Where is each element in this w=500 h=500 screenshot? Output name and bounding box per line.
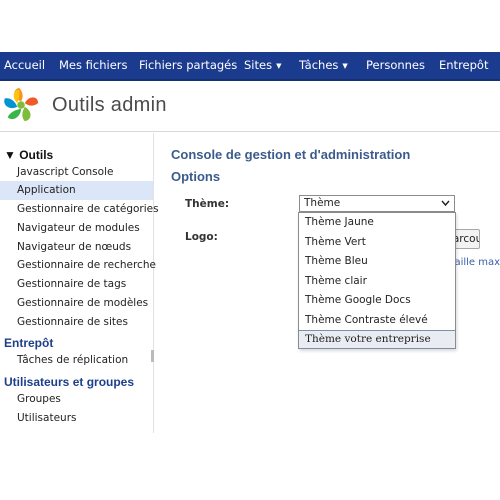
theme-option-light[interactable]: Thème clair (299, 272, 455, 291)
sidebar-heading-repository: Entrepôt (4, 336, 54, 350)
theme-option-green[interactable]: Thème Vert (299, 233, 455, 252)
sidebar-item-javascript-console[interactable]: Javascript Console (0, 163, 153, 182)
nav-item-label: Accueil (4, 58, 46, 72)
page-title: Outils admin (52, 94, 167, 116)
theme-option-yellow[interactable]: Thème Jaune (299, 213, 455, 232)
sidebar-item-tag-manager[interactable]: Gestionnaire de tags (0, 275, 153, 294)
sidebar-item-module-browser[interactable]: Navigateur de modules (0, 219, 153, 238)
page-header: Outils admin (0, 81, 500, 132)
theme-option-blue[interactable]: Thème Bleu (299, 252, 455, 271)
nav-item-repository[interactable]: Entrepôt (439, 52, 488, 79)
sidebar-item-node-browser[interactable]: Navigateur de nœuds (0, 238, 153, 257)
nav-item-label: Personnes (366, 58, 425, 72)
theme-option-google-docs[interactable]: Thème Google Docs (299, 291, 455, 310)
sidebar-item-application[interactable]: Application (0, 181, 153, 200)
theme-option-your-company[interactable]: Thème votre entreprise (299, 330, 455, 349)
theme-dropdown-list: Thème Jaune Thème Vert Thème Bleu Thème … (298, 212, 456, 349)
top-navigation-bar: Accueil Mes fichiers Fichiers partagés S… (0, 52, 500, 81)
nav-item-label: Sites (244, 58, 273, 72)
nav-item-people[interactable]: Personnes (366, 52, 425, 79)
sidebar-resize-handle[interactable] (151, 350, 154, 362)
sidebar-item-groups[interactable]: Groupes (0, 390, 153, 409)
sidebar-heading-users-groups: Utilisateurs et groupes (4, 375, 135, 389)
caret-down-icon: ▼ (276, 62, 282, 70)
sidebar-item-site-manager[interactable]: Gestionnaire de sites (0, 313, 153, 332)
nav-item-shared-files[interactable]: Fichiers partagés (139, 52, 237, 79)
theme-select[interactable]: Thème (299, 195, 455, 212)
sidebar-item-replication-jobs[interactable]: Tâches de réplication (0, 351, 153, 370)
logo-size-hint: Taille maximale recommandée (456, 257, 500, 268)
sidebar-heading-tools[interactable]: ▼ Outils (4, 148, 53, 162)
nav-item-my-files[interactable]: Mes fichiers (59, 52, 128, 79)
nav-item-tasks[interactable]: Tâches ▼ (299, 52, 348, 79)
alfresco-flower-logo-icon (4, 87, 39, 122)
theme-select-value: Thème (304, 197, 341, 209)
sidebar-item-category-manager[interactable]: Gestionnaire de catégories (0, 200, 159, 219)
sidebar: ▼ Outils Javascript Console Application … (0, 133, 159, 433)
console-title: Console de gestion et d'administration (171, 147, 411, 162)
sidebar-item-search-manager[interactable]: Gestionnaire de recherche (0, 256, 156, 275)
theme-label: Thème: (185, 198, 230, 210)
nav-item-home[interactable]: Accueil (4, 52, 45, 79)
logo-label: Logo: (185, 231, 218, 243)
options-heading: Options (171, 169, 221, 184)
nav-item-sites[interactable]: Sites ▼ (244, 52, 281, 79)
nav-item-label: Tâches (299, 58, 339, 72)
nav-item-label: Mes fichiers (59, 58, 128, 72)
nav-item-label: Fichiers partagés (139, 58, 238, 72)
theme-option-high-contrast[interactable]: Thème Contraste élevé (299, 311, 455, 330)
caret-down-icon: ▼ (342, 62, 348, 70)
sidebar-item-users[interactable]: Utilisateurs (0, 409, 153, 428)
sidebar-item-model-manager[interactable]: Gestionnaire de modèles (0, 294, 153, 313)
nav-item-label: Entrepôt (439, 58, 489, 72)
